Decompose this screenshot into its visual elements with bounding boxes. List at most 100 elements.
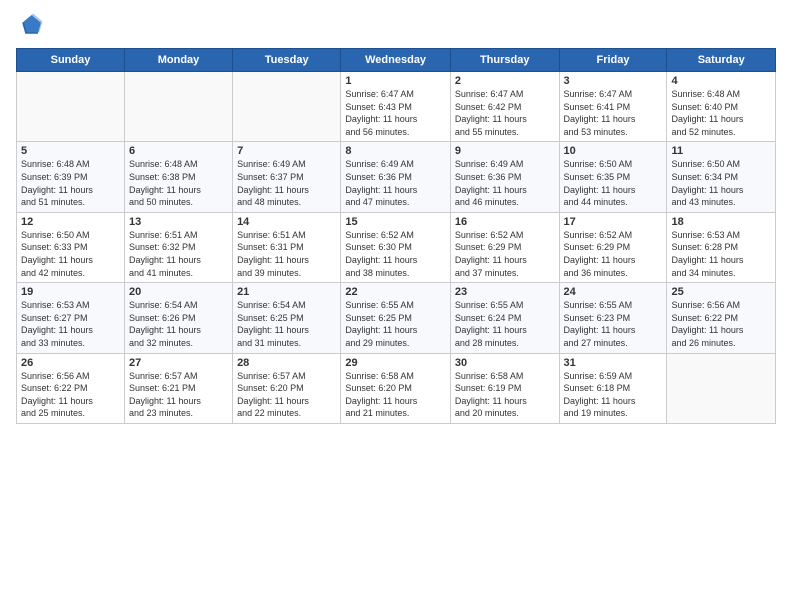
day-number: 24 bbox=[564, 286, 663, 298]
page: SundayMondayTuesdayWednesdayThursdayFrid… bbox=[0, 0, 792, 612]
day-cell: 15Sunrise: 6:52 AM Sunset: 6:30 PM Dayli… bbox=[341, 212, 451, 282]
day-info: Sunrise: 6:49 AM Sunset: 6:36 PM Dayligh… bbox=[345, 158, 446, 208]
day-cell: 31Sunrise: 6:59 AM Sunset: 6:18 PM Dayli… bbox=[559, 353, 667, 423]
day-cell: 27Sunrise: 6:57 AM Sunset: 6:21 PM Dayli… bbox=[124, 353, 232, 423]
day-info: Sunrise: 6:58 AM Sunset: 6:20 PM Dayligh… bbox=[345, 370, 446, 420]
day-number: 26 bbox=[21, 357, 120, 369]
day-cell: 18Sunrise: 6:53 AM Sunset: 6:28 PM Dayli… bbox=[667, 212, 776, 282]
day-number: 17 bbox=[564, 216, 663, 228]
day-info: Sunrise: 6:50 AM Sunset: 6:34 PM Dayligh… bbox=[671, 158, 771, 208]
day-info: Sunrise: 6:47 AM Sunset: 6:43 PM Dayligh… bbox=[345, 88, 446, 138]
day-number: 2 bbox=[455, 75, 555, 87]
day-info: Sunrise: 6:52 AM Sunset: 6:30 PM Dayligh… bbox=[345, 229, 446, 279]
day-info: Sunrise: 6:52 AM Sunset: 6:29 PM Dayligh… bbox=[455, 229, 555, 279]
day-number: 13 bbox=[129, 216, 228, 228]
day-header-wednesday: Wednesday bbox=[341, 49, 451, 72]
day-number: 22 bbox=[345, 286, 446, 298]
day-cell: 23Sunrise: 6:55 AM Sunset: 6:24 PM Dayli… bbox=[450, 283, 559, 353]
day-cell: 9Sunrise: 6:49 AM Sunset: 6:36 PM Daylig… bbox=[450, 142, 559, 212]
calendar: SundayMondayTuesdayWednesdayThursdayFrid… bbox=[16, 48, 776, 424]
day-number: 8 bbox=[345, 145, 446, 157]
day-number: 3 bbox=[564, 75, 663, 87]
day-cell: 20Sunrise: 6:54 AM Sunset: 6:26 PM Dayli… bbox=[124, 283, 232, 353]
day-number: 7 bbox=[237, 145, 336, 157]
week-row-1: 1Sunrise: 6:47 AM Sunset: 6:43 PM Daylig… bbox=[17, 72, 776, 142]
day-cell: 3Sunrise: 6:47 AM Sunset: 6:41 PM Daylig… bbox=[559, 72, 667, 142]
day-cell: 25Sunrise: 6:56 AM Sunset: 6:22 PM Dayli… bbox=[667, 283, 776, 353]
day-info: Sunrise: 6:56 AM Sunset: 6:22 PM Dayligh… bbox=[671, 299, 771, 349]
day-info: Sunrise: 6:49 AM Sunset: 6:37 PM Dayligh… bbox=[237, 158, 336, 208]
day-header-saturday: Saturday bbox=[667, 49, 776, 72]
day-cell: 16Sunrise: 6:52 AM Sunset: 6:29 PM Dayli… bbox=[450, 212, 559, 282]
day-info: Sunrise: 6:59 AM Sunset: 6:18 PM Dayligh… bbox=[564, 370, 663, 420]
day-info: Sunrise: 6:51 AM Sunset: 6:32 PM Dayligh… bbox=[129, 229, 228, 279]
day-cell: 17Sunrise: 6:52 AM Sunset: 6:29 PM Dayli… bbox=[559, 212, 667, 282]
day-cell bbox=[17, 72, 125, 142]
day-info: Sunrise: 6:54 AM Sunset: 6:26 PM Dayligh… bbox=[129, 299, 228, 349]
day-number: 23 bbox=[455, 286, 555, 298]
day-cell: 29Sunrise: 6:58 AM Sunset: 6:20 PM Dayli… bbox=[341, 353, 451, 423]
header bbox=[16, 12, 776, 40]
day-info: Sunrise: 6:57 AM Sunset: 6:20 PM Dayligh… bbox=[237, 370, 336, 420]
day-cell: 22Sunrise: 6:55 AM Sunset: 6:25 PM Dayli… bbox=[341, 283, 451, 353]
day-number: 28 bbox=[237, 357, 336, 369]
day-cell: 14Sunrise: 6:51 AM Sunset: 6:31 PM Dayli… bbox=[233, 212, 341, 282]
logo-icon bbox=[16, 12, 44, 40]
day-cell: 4Sunrise: 6:48 AM Sunset: 6:40 PM Daylig… bbox=[667, 72, 776, 142]
day-info: Sunrise: 6:57 AM Sunset: 6:21 PM Dayligh… bbox=[129, 370, 228, 420]
day-cell: 26Sunrise: 6:56 AM Sunset: 6:22 PM Dayli… bbox=[17, 353, 125, 423]
day-number: 11 bbox=[671, 145, 771, 157]
day-header-friday: Friday bbox=[559, 49, 667, 72]
day-number: 9 bbox=[455, 145, 555, 157]
day-info: Sunrise: 6:52 AM Sunset: 6:29 PM Dayligh… bbox=[564, 229, 663, 279]
day-cell: 13Sunrise: 6:51 AM Sunset: 6:32 PM Dayli… bbox=[124, 212, 232, 282]
week-row-2: 5Sunrise: 6:48 AM Sunset: 6:39 PM Daylig… bbox=[17, 142, 776, 212]
day-info: Sunrise: 6:48 AM Sunset: 6:40 PM Dayligh… bbox=[671, 88, 771, 138]
day-info: Sunrise: 6:56 AM Sunset: 6:22 PM Dayligh… bbox=[21, 370, 120, 420]
day-cell: 8Sunrise: 6:49 AM Sunset: 6:36 PM Daylig… bbox=[341, 142, 451, 212]
day-number: 25 bbox=[671, 286, 771, 298]
week-row-5: 26Sunrise: 6:56 AM Sunset: 6:22 PM Dayli… bbox=[17, 353, 776, 423]
day-cell: 30Sunrise: 6:58 AM Sunset: 6:19 PM Dayli… bbox=[450, 353, 559, 423]
day-cell: 6Sunrise: 6:48 AM Sunset: 6:38 PM Daylig… bbox=[124, 142, 232, 212]
day-cell bbox=[233, 72, 341, 142]
day-number: 15 bbox=[345, 216, 446, 228]
day-cell: 19Sunrise: 6:53 AM Sunset: 6:27 PM Dayli… bbox=[17, 283, 125, 353]
day-info: Sunrise: 6:55 AM Sunset: 6:23 PM Dayligh… bbox=[564, 299, 663, 349]
day-info: Sunrise: 6:47 AM Sunset: 6:41 PM Dayligh… bbox=[564, 88, 663, 138]
day-info: Sunrise: 6:55 AM Sunset: 6:24 PM Dayligh… bbox=[455, 299, 555, 349]
day-number: 31 bbox=[564, 357, 663, 369]
day-info: Sunrise: 6:47 AM Sunset: 6:42 PM Dayligh… bbox=[455, 88, 555, 138]
day-cell: 2Sunrise: 6:47 AM Sunset: 6:42 PM Daylig… bbox=[450, 72, 559, 142]
day-info: Sunrise: 6:55 AM Sunset: 6:25 PM Dayligh… bbox=[345, 299, 446, 349]
day-cell: 24Sunrise: 6:55 AM Sunset: 6:23 PM Dayli… bbox=[559, 283, 667, 353]
day-info: Sunrise: 6:50 AM Sunset: 6:35 PM Dayligh… bbox=[564, 158, 663, 208]
day-number: 30 bbox=[455, 357, 555, 369]
day-number: 19 bbox=[21, 286, 120, 298]
day-cell: 5Sunrise: 6:48 AM Sunset: 6:39 PM Daylig… bbox=[17, 142, 125, 212]
day-cell: 7Sunrise: 6:49 AM Sunset: 6:37 PM Daylig… bbox=[233, 142, 341, 212]
day-header-sunday: Sunday bbox=[17, 49, 125, 72]
day-info: Sunrise: 6:49 AM Sunset: 6:36 PM Dayligh… bbox=[455, 158, 555, 208]
day-cell: 11Sunrise: 6:50 AM Sunset: 6:34 PM Dayli… bbox=[667, 142, 776, 212]
day-cell bbox=[124, 72, 232, 142]
day-number: 10 bbox=[564, 145, 663, 157]
day-number: 20 bbox=[129, 286, 228, 298]
day-number: 4 bbox=[671, 75, 771, 87]
day-info: Sunrise: 6:53 AM Sunset: 6:27 PM Dayligh… bbox=[21, 299, 120, 349]
day-cell: 28Sunrise: 6:57 AM Sunset: 6:20 PM Dayli… bbox=[233, 353, 341, 423]
day-cell bbox=[667, 353, 776, 423]
day-number: 14 bbox=[237, 216, 336, 228]
day-number: 5 bbox=[21, 145, 120, 157]
week-row-3: 12Sunrise: 6:50 AM Sunset: 6:33 PM Dayli… bbox=[17, 212, 776, 282]
day-info: Sunrise: 6:54 AM Sunset: 6:25 PM Dayligh… bbox=[237, 299, 336, 349]
day-header-monday: Monday bbox=[124, 49, 232, 72]
day-cell: 21Sunrise: 6:54 AM Sunset: 6:25 PM Dayli… bbox=[233, 283, 341, 353]
day-info: Sunrise: 6:58 AM Sunset: 6:19 PM Dayligh… bbox=[455, 370, 555, 420]
day-number: 16 bbox=[455, 216, 555, 228]
day-info: Sunrise: 6:48 AM Sunset: 6:38 PM Dayligh… bbox=[129, 158, 228, 208]
logo bbox=[16, 12, 48, 40]
day-number: 1 bbox=[345, 75, 446, 87]
day-number: 27 bbox=[129, 357, 228, 369]
day-info: Sunrise: 6:53 AM Sunset: 6:28 PM Dayligh… bbox=[671, 229, 771, 279]
